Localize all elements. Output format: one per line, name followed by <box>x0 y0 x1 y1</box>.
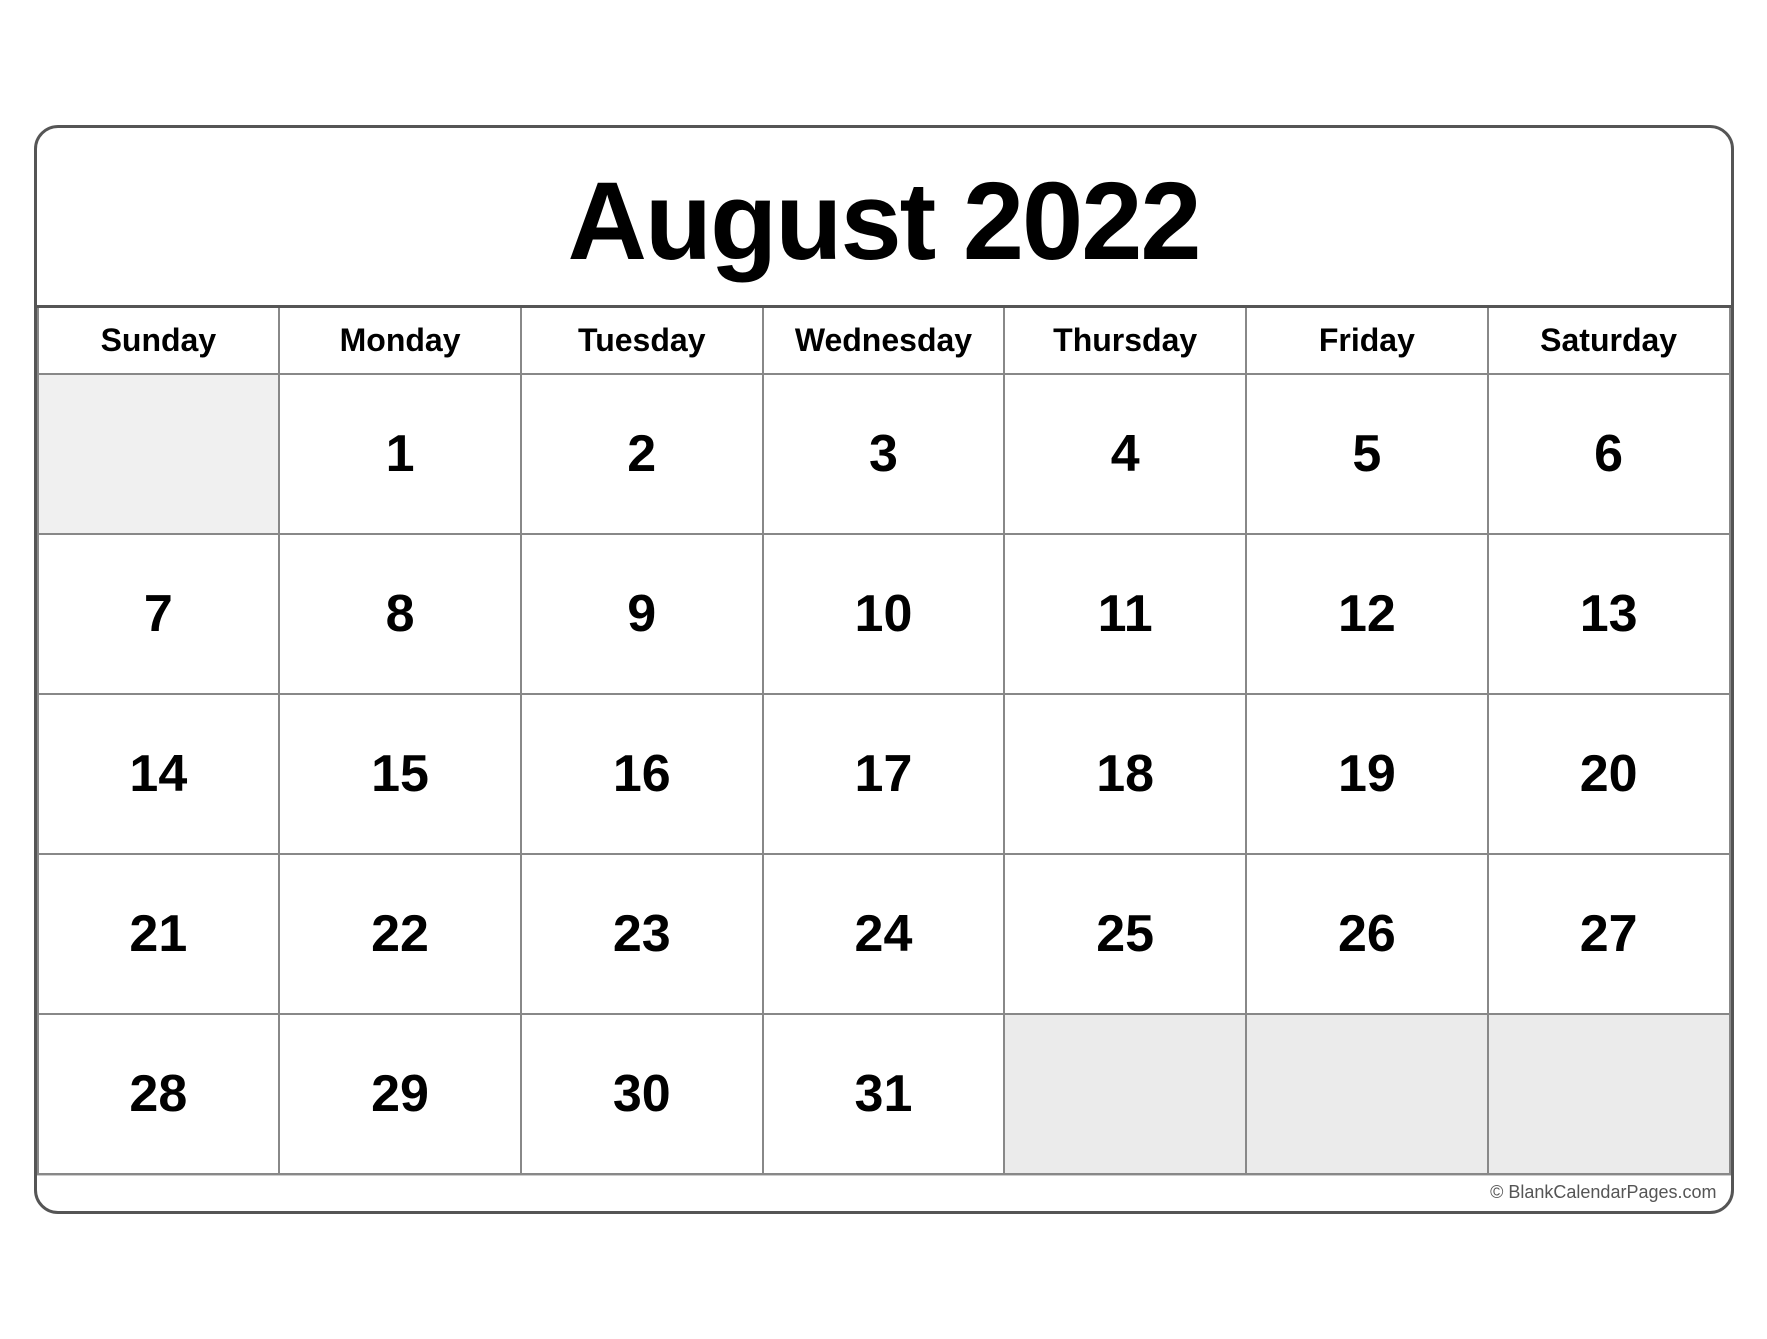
calendar-day[interactable]: 22 <box>279 854 521 1014</box>
calendar-day[interactable]: 7 <box>38 534 280 694</box>
calendar-day[interactable]: 17 <box>763 694 1005 854</box>
day-header-saturday: Saturday <box>1488 307 1730 375</box>
calendar-day[interactable]: 30 <box>521 1014 763 1174</box>
calendar-week-1: 123456 <box>38 374 1730 534</box>
calendar-day[interactable]: 16 <box>521 694 763 854</box>
calendar-day[interactable]: 2 <box>521 374 763 534</box>
watermark: © BlankCalendarPages.com <box>37 1175 1731 1211</box>
calendar-week-2: 78910111213 <box>38 534 1730 694</box>
day-header-wednesday: Wednesday <box>763 307 1005 375</box>
day-header-monday: Monday <box>279 307 521 375</box>
calendar-day[interactable]: 12 <box>1246 534 1488 694</box>
calendar-day[interactable]: 14 <box>38 694 280 854</box>
calendar-day[interactable] <box>1246 1014 1488 1174</box>
day-header-tuesday: Tuesday <box>521 307 763 375</box>
calendar-day[interactable]: 25 <box>1004 854 1246 1014</box>
calendar-title: August 2022 <box>37 128 1731 305</box>
calendar-day[interactable] <box>1488 1014 1730 1174</box>
day-headers-row: SundayMondayTuesdayWednesdayThursdayFrid… <box>38 307 1730 375</box>
day-header-sunday: Sunday <box>38 307 280 375</box>
day-header-friday: Friday <box>1246 307 1488 375</box>
calendar-day[interactable]: 24 <box>763 854 1005 1014</box>
calendar-day[interactable]: 31 <box>763 1014 1005 1174</box>
calendar-day[interactable]: 3 <box>763 374 1005 534</box>
calendar-day[interactable]: 28 <box>38 1014 280 1174</box>
calendar-week-4: 21222324252627 <box>38 854 1730 1014</box>
calendar-week-3: 14151617181920 <box>38 694 1730 854</box>
calendar-day[interactable] <box>38 374 280 534</box>
calendar-day[interactable]: 9 <box>521 534 763 694</box>
calendar-day[interactable]: 29 <box>279 1014 521 1174</box>
calendar-day[interactable]: 18 <box>1004 694 1246 854</box>
calendar-container: August 2022 SundayMondayTuesdayWednesday… <box>34 125 1734 1214</box>
calendar-day[interactable]: 19 <box>1246 694 1488 854</box>
calendar-day[interactable]: 26 <box>1246 854 1488 1014</box>
calendar-day[interactable]: 4 <box>1004 374 1246 534</box>
calendar-day[interactable]: 21 <box>38 854 280 1014</box>
calendar-day[interactable]: 6 <box>1488 374 1730 534</box>
day-header-thursday: Thursday <box>1004 307 1246 375</box>
calendar-body: 1234567891011121314151617181920212223242… <box>38 374 1730 1174</box>
calendar-day[interactable]: 20 <box>1488 694 1730 854</box>
calendar-day[interactable]: 15 <box>279 694 521 854</box>
calendar-day[interactable]: 10 <box>763 534 1005 694</box>
calendar-day[interactable]: 11 <box>1004 534 1246 694</box>
calendar-day[interactable]: 23 <box>521 854 763 1014</box>
calendar-day[interactable] <box>1004 1014 1246 1174</box>
calendar-day[interactable]: 1 <box>279 374 521 534</box>
calendar-day[interactable]: 27 <box>1488 854 1730 1014</box>
calendar-week-5: 28293031 <box>38 1014 1730 1174</box>
calendar-day[interactable]: 13 <box>1488 534 1730 694</box>
calendar-day[interactable]: 8 <box>279 534 521 694</box>
calendar-day[interactable]: 5 <box>1246 374 1488 534</box>
calendar-table: SundayMondayTuesdayWednesdayThursdayFrid… <box>37 305 1731 1175</box>
